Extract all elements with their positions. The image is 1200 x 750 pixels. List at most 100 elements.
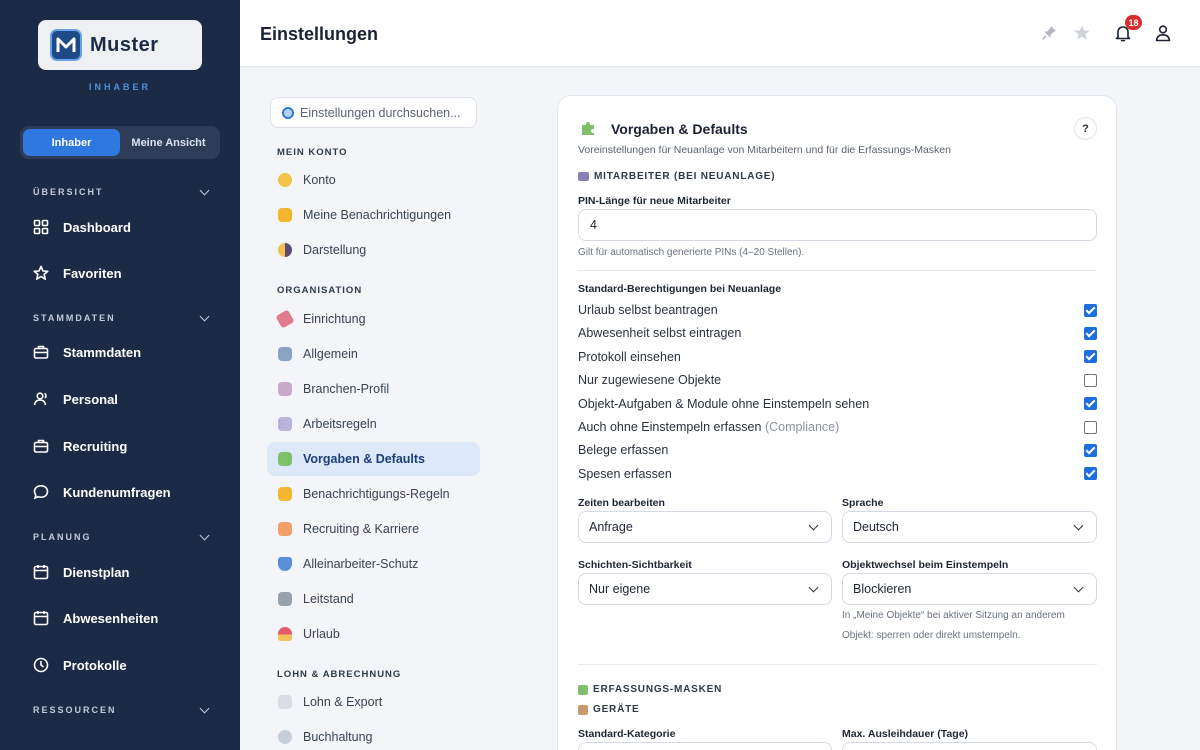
pin-length-input[interactable]: [590, 218, 1070, 232]
permission-row[interactable]: Belege erfassen: [578, 441, 1097, 459]
object-switch-select[interactable]: Blockieren: [842, 573, 1097, 605]
user-icon[interactable]: [1152, 22, 1174, 44]
settings-search-input[interactable]: [300, 105, 470, 120]
settings-search[interactable]: [270, 97, 477, 128]
briefcase-icon: [33, 438, 49, 454]
settings-item-notification-rules[interactable]: Benachrichtigungs-Regeln: [267, 477, 480, 511]
permission-label: Auch ohne Einstempeln erfassen (Complian…: [578, 420, 840, 434]
settings-item-general[interactable]: Allgemein: [267, 337, 480, 371]
divider: [578, 664, 1097, 665]
permission-row[interactable]: Protokoll einsehen: [578, 348, 1097, 366]
nav-item-master-data[interactable]: Stammdaten: [33, 341, 141, 363]
permission-row[interactable]: Urlaub selbst beantragen: [578, 301, 1097, 319]
section-devices-heading: GERÄTE: [578, 704, 639, 715]
permission-checkbox[interactable]: [1084, 326, 1097, 340]
view-toggle: Inhaber Meine Ansicht: [20, 126, 220, 159]
chevron-down-icon: [808, 582, 819, 592]
nav-item-absences[interactable]: Abwesenheiten: [33, 607, 158, 629]
half-moon-icon: [278, 243, 292, 257]
brand-logo[interactable]: Muster: [38, 20, 202, 70]
card-description: Voreinstellungen für Neuanlage von Mitar…: [578, 144, 951, 156]
section-employees-heading: MITARBEITER (BEI NEUANLAGE): [578, 171, 775, 182]
settings-item-defaults[interactable]: Vorgaben & Defaults: [267, 442, 480, 476]
pin-length-field[interactable]: [578, 209, 1097, 241]
puzzle-icon: [278, 452, 292, 466]
settings-item-recruiting-career[interactable]: Recruiting & Karriere: [267, 512, 480, 546]
smiley-icon: [278, 173, 292, 187]
pin-length-hint: Gilt für automatisch generierte PINs (4–…: [578, 247, 805, 258]
settings-item-accounting[interactable]: Buchhaltung: [267, 720, 480, 750]
permission-checkbox[interactable]: [1084, 303, 1097, 317]
language-label: Sprache: [842, 497, 884, 509]
nav-section-master-data[interactable]: STAMMDATEN: [33, 311, 210, 325]
settings-item-payroll-export[interactable]: Lohn & Export: [267, 685, 480, 719]
settings-card: Vorgaben & Defaults ? Voreinstellungen f…: [557, 95, 1117, 750]
nav-section-resources[interactable]: RESSOURCEN: [33, 703, 210, 717]
object-switch-hint-line-1: In „Meine Objekte“ bei aktiver Sitzung a…: [842, 610, 1065, 621]
nav-item-recruiting[interactable]: Recruiting: [33, 435, 127, 457]
help-button[interactable]: ?: [1074, 117, 1097, 140]
chevron-down-icon: [808, 520, 819, 530]
toggle-my-view[interactable]: Meine Ansicht: [120, 129, 217, 156]
star-icon[interactable]: [1071, 22, 1093, 44]
settings-item-my-notifications[interactable]: Meine Benachrichtigungen: [267, 198, 480, 232]
user-group-icon: [33, 391, 49, 407]
nav-item-personnel[interactable]: Personal: [33, 388, 118, 410]
nav-item-favorites[interactable]: Favoriten: [33, 262, 122, 284]
language-select[interactable]: Deutsch: [842, 511, 1097, 543]
nav-section-overview[interactable]: ÜBERSICHT: [33, 185, 210, 199]
permission-checkbox[interactable]: [1084, 373, 1097, 387]
permission-checkbox[interactable]: [1084, 420, 1097, 434]
nav-item-customer-surveys[interactable]: Kundenumfragen: [33, 481, 171, 503]
permission-row[interactable]: Spesen erfassen: [578, 465, 1097, 483]
edit-times-select[interactable]: Anfrage: [578, 511, 832, 543]
beach-umbrella-icon: [278, 627, 292, 641]
permission-note: (Compliance): [764, 420, 840, 434]
permission-row[interactable]: Auch ohne Einstempeln erfassen (Complian…: [578, 418, 1097, 436]
settings-item-lone-worker[interactable]: Alleinarbeiter-Schutz: [267, 547, 480, 581]
permission-row[interactable]: Objekt-Aufgaben & Module ohne Einstempel…: [578, 395, 1097, 413]
object-switch-label: Objektwechsel beim Einstempeln: [842, 559, 1009, 571]
permission-row[interactable]: Nur zugewiesene Objekte: [578, 371, 1097, 389]
section-masks-heading: ERFASSUNGS-MASKEN: [578, 684, 722, 695]
permission-label: Objekt-Aufgaben & Module ohne Einstempel…: [578, 396, 870, 411]
calendar-icon: [33, 564, 49, 580]
nav-item-dashboard[interactable]: Dashboard: [33, 216, 131, 238]
settings-item-appearance[interactable]: Darstellung: [267, 233, 480, 267]
chevron-down-icon: [199, 311, 210, 321]
permission-checkbox[interactable]: [1084, 467, 1097, 481]
permission-row[interactable]: Abwesenheit selbst eintragen: [578, 324, 1097, 342]
shift-visibility-label: Schichten-Sichtbarkeit: [578, 559, 692, 571]
shift-visibility-select[interactable]: Nur eigene: [578, 573, 832, 605]
link-icon: [278, 730, 292, 744]
nav-section-planning[interactable]: PLANUNG: [33, 530, 210, 544]
permission-checkbox[interactable]: [1084, 397, 1097, 411]
star-icon: [33, 265, 49, 281]
settings-item-control-center[interactable]: Leitstand: [267, 582, 480, 616]
megaphone-icon: [278, 522, 292, 536]
settings-item-work-rules[interactable]: Arbeitsregeln: [267, 407, 480, 441]
permission-checkbox[interactable]: [1084, 350, 1097, 364]
settings-item-account[interactable]: Konto: [267, 163, 480, 197]
puzzle-icon: [582, 122, 594, 135]
briefcase-icon: [33, 344, 49, 360]
settings-item-setup[interactable]: Einrichtung: [267, 302, 480, 336]
settings-section-payroll: LOHN & ABRECHNUNG: [277, 669, 402, 680]
max-loan-field[interactable]: [842, 742, 1097, 750]
puzzle-icon: [578, 684, 588, 695]
permission-checkbox[interactable]: [1084, 443, 1097, 457]
permission-label: Belege erfassen: [578, 443, 669, 458]
chat-bubble-icon: [33, 484, 49, 500]
default-category-select[interactable]: [578, 742, 832, 750]
people-icon: [578, 172, 589, 181]
settings-item-vacation[interactable]: Urlaub: [267, 617, 480, 651]
page-title: Einstellungen: [260, 24, 379, 44]
box-icon: [578, 704, 588, 715]
settings-item-industry-profile[interactable]: Branchen-Profil: [267, 372, 480, 406]
toggle-owner[interactable]: Inhaber: [23, 129, 120, 156]
permission-label: Nur zugewiesene Objekte: [578, 373, 722, 388]
nav-item-logs[interactable]: Protokolle: [33, 654, 127, 676]
pin-icon[interactable]: [1038, 22, 1060, 44]
nav-item-shift-plan[interactable]: Dienstplan: [33, 561, 129, 583]
settings-section-account: MEIN KONTO: [277, 147, 348, 158]
